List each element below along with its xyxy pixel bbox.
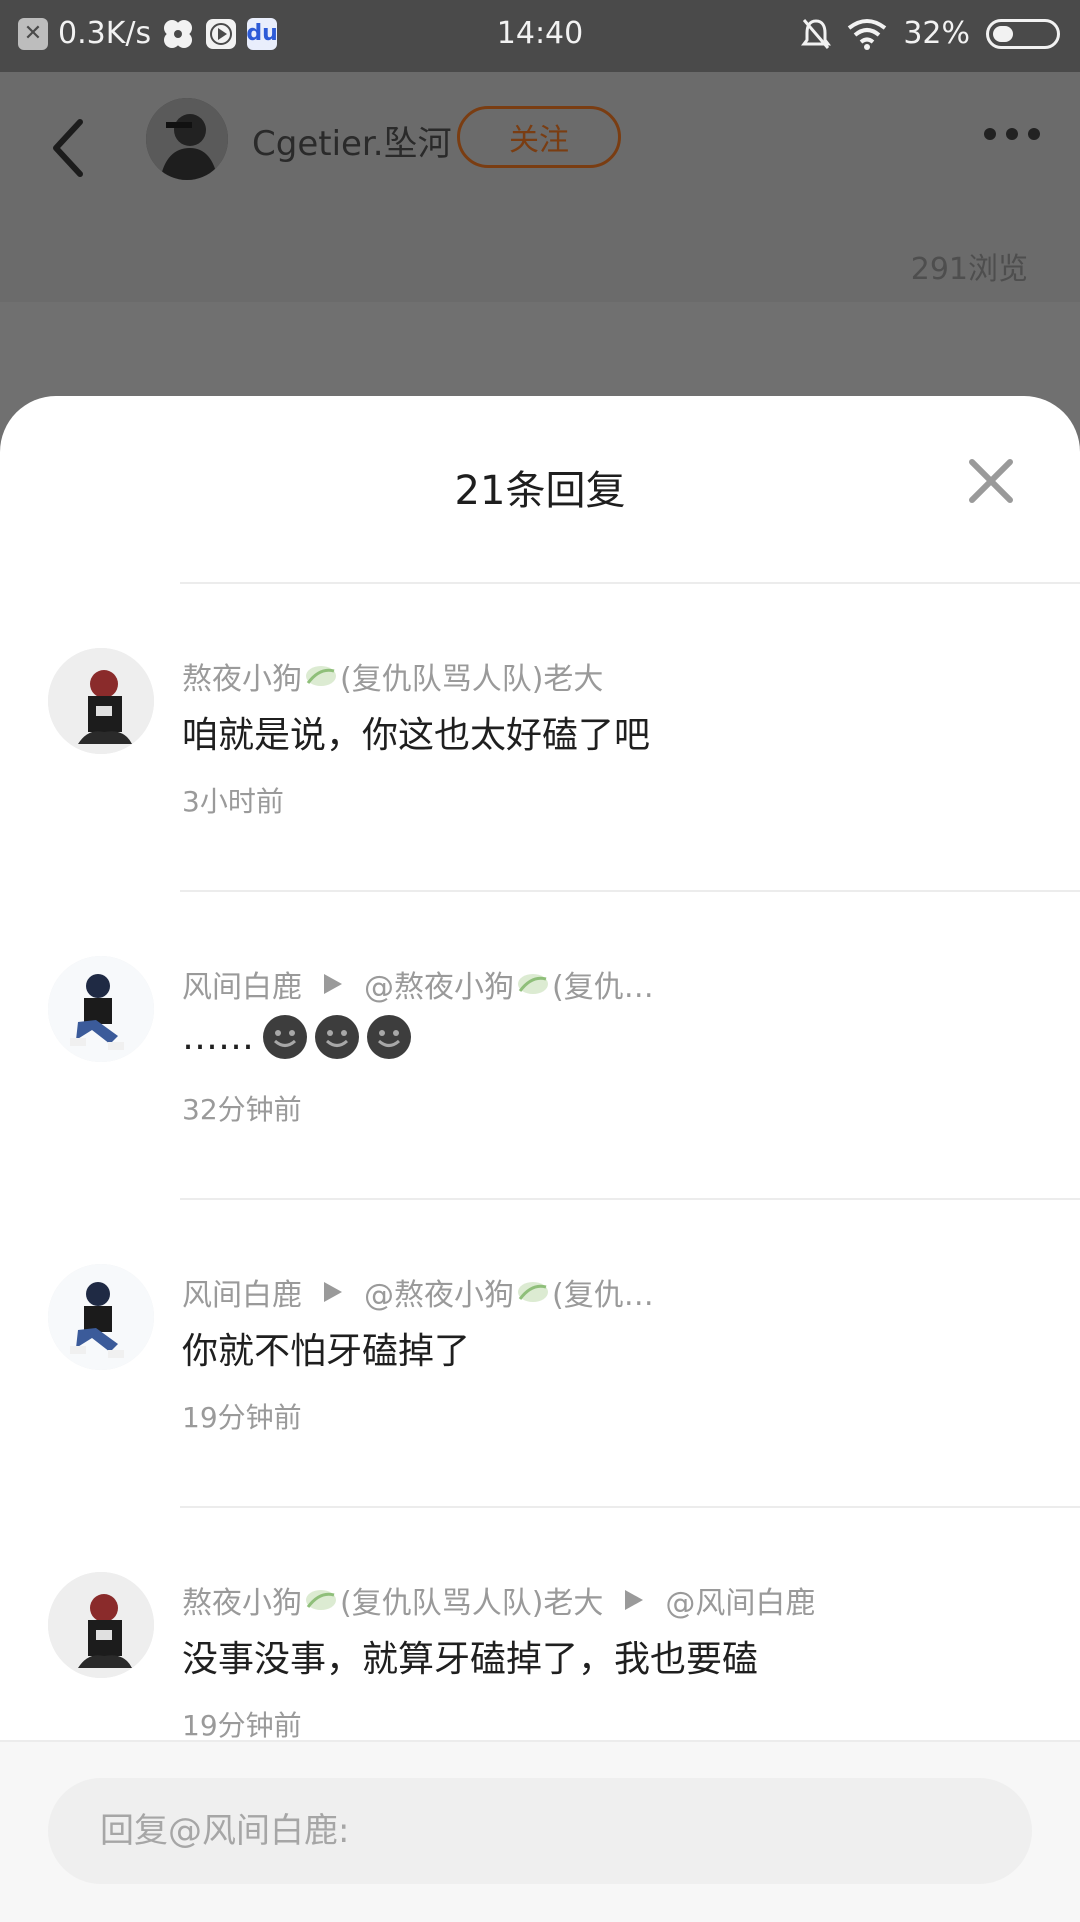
reply-text: 没事没事，就算牙磕掉了，我也要磕 [182, 1639, 759, 1680]
reply-author[interactable]: 熬夜小狗 [182, 654, 302, 698]
emoji-row [262, 1014, 412, 1060]
reply-target-suffix: (复仇… [552, 1278, 654, 1313]
status-bar: ✕ 0.3K/s du 14:40 32% [0, 0, 1080, 72]
reply-author[interactable]: 风间白鹿 [182, 1270, 302, 1314]
reply-meta: 风间白鹿 @熬夜小狗 (复仇… [182, 962, 654, 1006]
avatar[interactable] [48, 956, 154, 1062]
reply-author-suffix: (复仇队骂人队)老大 [340, 662, 604, 697]
reply-author[interactable]: 熬夜小狗 [182, 1578, 302, 1622]
reply-target[interactable]: @熬夜小狗 [364, 962, 514, 1006]
battery-percent: 32% [903, 16, 970, 51]
reply-time: 32分钟前 [182, 1093, 302, 1126]
leaf-badge-icon [518, 974, 548, 994]
sheet-title: 21条回复 [454, 468, 626, 514]
reply-time: 19分钟前 [182, 1709, 302, 1742]
reply-content: 咱就是说，你这也太好磕了吧 [182, 706, 650, 758]
reply-content: 你就不怕牙磕掉了 [182, 1322, 470, 1374]
reply-time: 19分钟前 [182, 1401, 302, 1434]
reply-arrow-icon [625, 1590, 644, 1610]
reply-content: 没事没事，就算牙磕掉了，我也要磕 [182, 1630, 758, 1682]
smiley-emoji-icon [315, 1015, 359, 1059]
avatar[interactable] [48, 648, 154, 754]
reply-meta: 风间白鹿 @熬夜小狗 (复仇… [182, 1270, 654, 1314]
leaf-badge-icon [306, 666, 336, 686]
view-count: 291浏览 [910, 252, 1028, 287]
follow-button[interactable]: 关注 [457, 106, 621, 168]
reply-meta: 熬夜小狗 (复仇队骂人队)老大 [182, 654, 603, 698]
reply-text: 你就不怕牙磕掉了 [182, 1331, 471, 1372]
reply-item[interactable]: 风间白鹿 @熬夜小狗 (复仇… 你就不怕牙磕掉了 19分钟前 [0, 1200, 1080, 1506]
reply-text: 咱就是说，你这也太好磕了吧 [182, 715, 651, 756]
reply-text: …… [182, 1016, 254, 1058]
reply-author[interactable]: 风间白鹿 [182, 962, 302, 1006]
reply-item[interactable]: 熬夜小狗 (复仇队骂人队)老大 咱就是说，你这也太好磕了吧 3小时前 [0, 584, 1080, 890]
reply-meta: 熬夜小狗 (复仇队骂人队)老大 @风间白鹿 [182, 1578, 815, 1622]
leaf-badge-icon [518, 1282, 548, 1302]
reply-item[interactable]: 风间白鹿 @熬夜小狗 (复仇… …… 32分钟前 [0, 892, 1080, 1198]
silent-bell-icon [801, 18, 832, 49]
reply-author-suffix: (复仇队骂人队)老大 [340, 1586, 604, 1621]
battery-fill [993, 25, 1013, 42]
battery-icon [986, 18, 1060, 49]
avatar[interactable] [48, 1264, 154, 1370]
smiley-emoji-icon [367, 1015, 411, 1059]
more-options-icon[interactable] [984, 128, 1040, 140]
reply-target[interactable]: @风间白鹿 [665, 1578, 815, 1622]
smiley-emoji-icon [263, 1015, 307, 1059]
reply-target-suffix: (复仇… [552, 970, 654, 1005]
reply-arrow-icon [324, 1282, 342, 1302]
avatar[interactable] [48, 1572, 154, 1678]
reply-input-bar [0, 1740, 1080, 1922]
reply-input[interactable] [48, 1778, 1032, 1884]
reply-time: 3小时前 [182, 785, 284, 818]
back-arrow-icon[interactable] [48, 116, 88, 180]
wifi-icon [848, 18, 887, 50]
replies-sheet: 21条回复 熬夜小狗 (复仇队骂人队)老大 咱就是说，你这也太好磕了吧 3小时前… [0, 396, 1080, 1920]
leaf-badge-icon [306, 1590, 336, 1610]
author-avatar[interactable] [146, 98, 228, 180]
reply-arrow-icon [324, 974, 342, 994]
clock: 14:40 [496, 16, 584, 51]
reply-content: …… [182, 1014, 412, 1060]
post-header: Cgetier.坠河 关注 291浏览 [0, 72, 1080, 302]
close-icon[interactable] [968, 458, 1014, 504]
reply-target[interactable]: @熬夜小狗 [364, 1270, 514, 1314]
author-name[interactable]: Cgetier.坠河 [252, 116, 452, 165]
